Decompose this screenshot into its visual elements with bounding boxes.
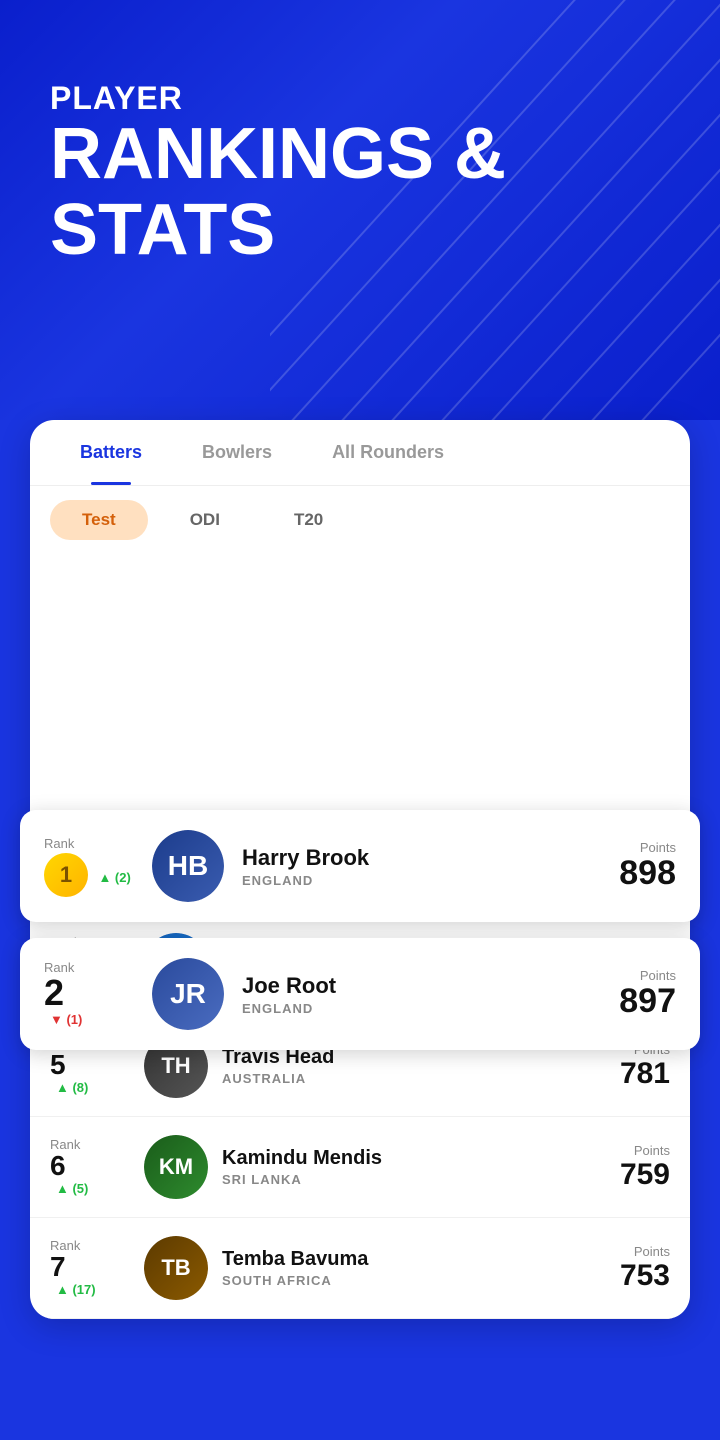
trend-7: ▲ (17) (56, 1282, 96, 1297)
player-country-2: ENGLAND (242, 1001, 596, 1016)
player-country-6: SRI LANKA (222, 1172, 590, 1187)
avatar-img-7: TB (144, 1236, 208, 1300)
rank-num-7: 7 (50, 1253, 130, 1281)
points-section-1: Points 898 (596, 840, 676, 892)
hero-subtitle: PLAYER (50, 80, 670, 117)
trend-2: ▼ (1) (50, 1012, 82, 1027)
player-card-rank-2[interactable]: Rank 2 ▼ (1) JR Joe Root ENGLAND Points … (20, 938, 700, 1050)
points-label-6: Points (590, 1143, 670, 1158)
rank-label-1: Rank (44, 836, 134, 851)
rank-section-1: Rank 1 ▲ (2) (44, 836, 134, 897)
tabs-row: Batters Bowlers All Rounders (30, 420, 690, 486)
player-info-2: Joe Root ENGLAND (242, 973, 596, 1016)
trend-1: ▲ (2) (98, 870, 130, 885)
rank-num-2: 2 (44, 975, 134, 1011)
points-value-1: 898 (596, 855, 676, 892)
format-row: Test ODI T20 (30, 486, 690, 554)
player-name-6: Kamindu Mendis (222, 1147, 590, 1170)
points-section-6: Points 759 (590, 1143, 670, 1191)
elevated-cards: Rank 1 ▲ (2) HB Harry Brook ENGLAND Poin… (0, 810, 720, 1066)
rank-section-6: Rank 6 ▲ (5) (50, 1137, 130, 1198)
player-info-1: Harry Brook ENGLAND (242, 845, 596, 888)
player-country-1: ENGLAND (242, 873, 596, 888)
avatar-img-6: KM (144, 1135, 208, 1199)
points-label-7: Points (590, 1244, 670, 1259)
player-info-7: Temba Bavuma SOUTH AFRICA (222, 1248, 590, 1288)
avatar-img-1: HB (152, 830, 224, 902)
format-test[interactable]: Test (50, 500, 148, 540)
player-country-7: SOUTH AFRICA (222, 1273, 590, 1288)
points-label-2: Points (596, 968, 676, 983)
avatar-1: HB (152, 830, 224, 902)
points-section-7: Points 753 (590, 1244, 670, 1292)
hero-section: PLAYER RANKINGS &STATS (0, 0, 720, 420)
rank-badge-1: 1 (44, 853, 88, 897)
player-card-rank-1[interactable]: Rank 1 ▲ (2) HB Harry Brook ENGLAND Poin… (20, 810, 700, 922)
rank-section-2: Rank 2 ▼ (1) (44, 960, 134, 1029)
tab-allrounders[interactable]: All Rounders (302, 420, 474, 485)
points-value-6: 759 (590, 1158, 670, 1191)
points-label-1: Points (596, 840, 676, 855)
player-name-1: Harry Brook (242, 845, 596, 871)
points-section-2: Points 897 (596, 968, 676, 1020)
hero-title: RANKINGS &STATS (50, 117, 670, 268)
tab-bowlers[interactable]: Bowlers (172, 420, 302, 485)
hero-text: PLAYER RANKINGS &STATS (0, 0, 720, 308)
trend-5: ▲ (8) (56, 1080, 88, 1095)
card-container: Rank 1 ▲ (2) HB Harry Brook ENGLAND Poin… (0, 420, 720, 1440)
avatar-2: JR (152, 958, 224, 1030)
points-value-2: 897 (596, 983, 676, 1020)
player-name-2: Joe Root (242, 973, 596, 999)
rank-num-6: 6 (50, 1152, 130, 1180)
format-t20[interactable]: T20 (262, 500, 355, 540)
avatar-img-2: JR (152, 958, 224, 1030)
trend-6: ▲ (5) (56, 1181, 88, 1196)
player-info-6: Kamindu Mendis SRI LANKA (222, 1147, 590, 1187)
player-name-7: Temba Bavuma (222, 1248, 590, 1271)
player-card-rank-6[interactable]: Rank 6 ▲ (5) KM Kamindu Mendis SRI LANKA… (30, 1117, 690, 1218)
avatar-6: KM (144, 1135, 208, 1199)
points-value-7: 753 (590, 1259, 670, 1292)
format-odi[interactable]: ODI (158, 500, 252, 540)
avatar-7: TB (144, 1236, 208, 1300)
rank-section-7: Rank 7 ▲ (17) (50, 1238, 130, 1299)
tab-batters[interactable]: Batters (50, 420, 172, 485)
player-card-rank-7[interactable]: Rank 7 ▲ (17) TB Temba Bavuma SOUTH AFRI… (30, 1218, 690, 1319)
player-country-5: AUSTRALIA (222, 1071, 590, 1086)
